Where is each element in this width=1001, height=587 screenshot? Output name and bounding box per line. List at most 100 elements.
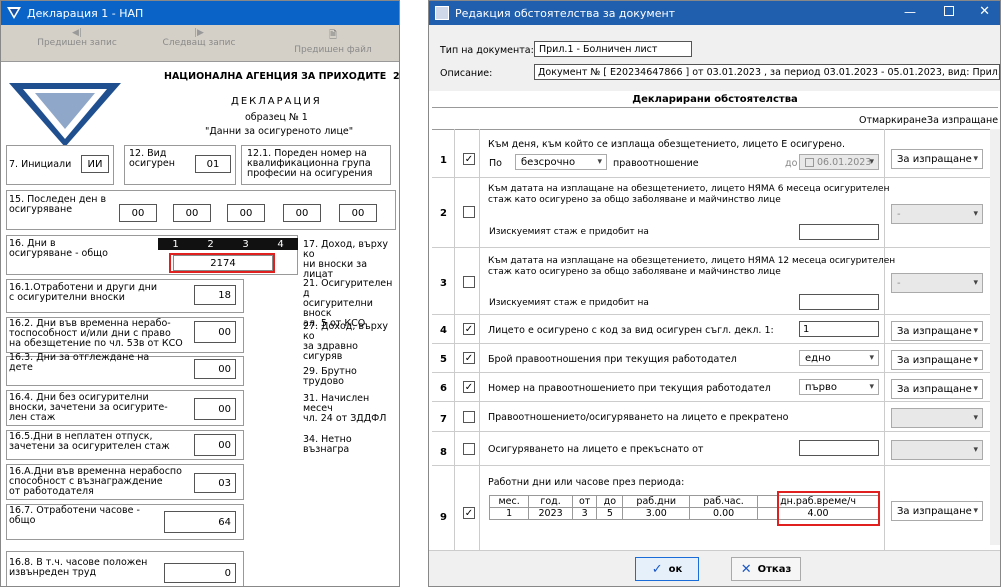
header-panel: [429, 25, 1000, 91]
declaration-heading: ДЕКЛАРАЦИЯ: [231, 96, 322, 107]
cell-from: 3: [571, 507, 598, 520]
chevron-down-icon: ▾: [973, 506, 978, 516]
prev-file-button[interactable]: 🗎 Предишен файл: [283, 28, 383, 55]
row-3-checkbox[interactable]: [463, 276, 475, 288]
row-5-checkbox[interactable]: ✓: [463, 352, 475, 364]
row-8-number: 8: [440, 447, 447, 458]
f29-label: 29. Брутно трудово: [303, 366, 357, 387]
f161-label: 16.1.Отработени и други дни с осигурител…: [9, 282, 158, 303]
row-7-text: Правоотношението/осигуряването на лицето…: [488, 412, 789, 423]
desc-field[interactable]: Документ № [ Е20234647866 ] от 03.01.202…: [534, 64, 1000, 80]
row-8-checkbox[interactable]: [463, 443, 475, 455]
worked-hours-field[interactable]: 64: [164, 511, 236, 533]
row-6-number-select[interactable]: първо ▾: [799, 379, 879, 395]
check-icon: ✓: [651, 561, 663, 577]
cell-year: 2023: [528, 507, 573, 520]
col-workdays: раб.дни: [622, 495, 691, 508]
row-7-status-select[interactable]: ▾: [891, 408, 983, 428]
edit-circumstances-dialog: Редакция обстоятелства за документ — ✕ Т…: [428, 0, 1001, 587]
cancel-button[interactable]: ✕ Отказ: [731, 557, 801, 581]
worked-days-field[interactable]: 18: [194, 285, 236, 305]
desc-label: Описание:: [440, 68, 493, 79]
row-1-checkbox[interactable]: ✓: [463, 153, 475, 165]
row-6-status-select[interactable]: За изпращане ▾: [891, 379, 983, 399]
row-3-status-select[interactable]: - ▾: [891, 273, 983, 293]
row-8-status-select[interactable]: ▾: [891, 440, 983, 460]
last-day-field-2[interactable]: 00: [173, 204, 211, 222]
last-day-field-4[interactable]: 00: [283, 204, 321, 222]
paid-sick-days-field[interactable]: 03: [194, 473, 236, 493]
sample-number: образец № 1: [245, 112, 308, 123]
sick-days-field[interactable]: 00: [194, 321, 236, 343]
f34-label: 34. Нетно възнагра: [303, 434, 352, 455]
row-2-checkbox[interactable]: [463, 206, 475, 218]
row-2-status-select[interactable]: - ▾: [891, 204, 983, 224]
doctype-field[interactable]: Прил.1 - Болничен лист: [534, 41, 692, 57]
row-3-number: 3: [440, 278, 447, 289]
cell-workdays: 3.00: [622, 507, 691, 520]
chevron-down-icon: ▾: [973, 445, 978, 455]
for-send-button[interactable]: За изпращане: [927, 115, 998, 126]
nap-logo-icon: [7, 7, 21, 19]
unpaid-leave-days-field[interactable]: 00: [194, 434, 236, 456]
f16-label: 16. Дни в осигуряване - общо: [9, 238, 108, 259]
cell-to: 5: [596, 507, 624, 520]
row-9-checkbox[interactable]: ✓: [463, 507, 475, 519]
row-6-text: Номер на правоотношението при текущия ра…: [488, 383, 771, 394]
row-1-po-label: По: [489, 158, 502, 169]
row-1-term-select[interactable]: безсрочно ▾: [515, 154, 607, 170]
row-1-date-picker[interactable]: 06.01.2023 ▾: [799, 154, 879, 170]
cell-workhours: 0.00: [689, 507, 759, 520]
row-4-status-select[interactable]: За изпращане ▾: [891, 321, 983, 341]
row-4-number: 4: [440, 325, 447, 336]
row-7-checkbox[interactable]: [463, 411, 475, 423]
f27-label: 27. Доход, върху ко за здравно сигуряв: [303, 321, 388, 362]
prev-record-button[interactable]: ◀| Предишен запис: [27, 28, 127, 48]
cross-icon: ✕: [740, 561, 752, 577]
overtime-hours-field[interactable]: 0: [164, 563, 236, 583]
row-3-date-field[interactable]: [799, 294, 879, 310]
section-title: Декларирани обстоятелства: [432, 94, 998, 108]
row-4-code-field[interactable]: 1: [799, 321, 879, 337]
f167-label: 16.7. Отработени часове - общо: [9, 505, 140, 526]
last-day-field-3[interactable]: 00: [227, 204, 265, 222]
right-titlebar: Редакция обстоятелства за документ — ✕: [429, 1, 1000, 25]
declaration-window: Декларация 1 - НАП ◀| Предишен запис |▶ …: [0, 0, 400, 587]
minimize-icon[interactable]: —: [904, 5, 916, 19]
f121-label: 12.1. Пореден номер на квалификационна г…: [247, 148, 373, 179]
row-6-checkbox[interactable]: ✓: [463, 381, 475, 393]
row-9-status-select[interactable]: За изпращане ▾: [891, 501, 983, 521]
insured-type-field[interactable]: 01: [195, 155, 231, 173]
app-icon: [435, 6, 449, 20]
row-4-checkbox[interactable]: ✓: [463, 323, 475, 335]
last-day-field-1[interactable]: 00: [119, 204, 157, 222]
child-care-days-field[interactable]: 00: [194, 359, 236, 379]
vertical-scrollbar[interactable]: [990, 129, 1000, 545]
next-record-button[interactable]: |▶ Следващ запис: [149, 28, 249, 48]
form-subtitle: "Данни за осигуреното лице": [205, 126, 354, 137]
f16a-label: 16.А.Дни във временна нерабоспо способно…: [9, 466, 182, 497]
no-contrib-days-field[interactable]: 00: [194, 398, 236, 420]
row-6-number: 6: [440, 383, 447, 394]
unmark-button[interactable]: Отмаркиране: [859, 115, 927, 126]
next-arrow-icon: |▶: [194, 28, 204, 38]
row-8-date-field[interactable]: [799, 440, 879, 456]
row-7-number: 7: [440, 414, 447, 425]
row-5-count-select[interactable]: едно ▾: [799, 350, 879, 366]
f15-label: 15. Последен ден в осигуряване: [9, 194, 107, 215]
row-5-status-select[interactable]: За изпращане ▾: [891, 350, 983, 370]
f164-label: 16.4. Дни без осигурителни вноски, зачет…: [9, 392, 168, 423]
last-day-field-5[interactable]: 00: [339, 204, 377, 222]
row-1-status-select[interactable]: За изпращане ▾: [891, 149, 983, 169]
row-1-to-label: до: [785, 158, 798, 169]
initials-field[interactable]: ИИ: [81, 155, 109, 173]
row-2-req-label: Изискуемият стаж е придобит на: [489, 227, 649, 237]
maximize-icon[interactable]: [944, 6, 954, 16]
row-2-date-field[interactable]: [799, 224, 879, 240]
left-window-title: Декларация 1 - НАП: [27, 6, 144, 20]
row-9-text: Работни дни или часове през периода:: [488, 477, 685, 488]
ok-button[interactable]: ✓ ок: [635, 557, 699, 581]
row-3-req-label: Изискуемият стаж е придобит на: [489, 298, 649, 308]
row-2-number: 2: [440, 208, 447, 219]
close-icon[interactable]: ✕: [979, 4, 990, 19]
